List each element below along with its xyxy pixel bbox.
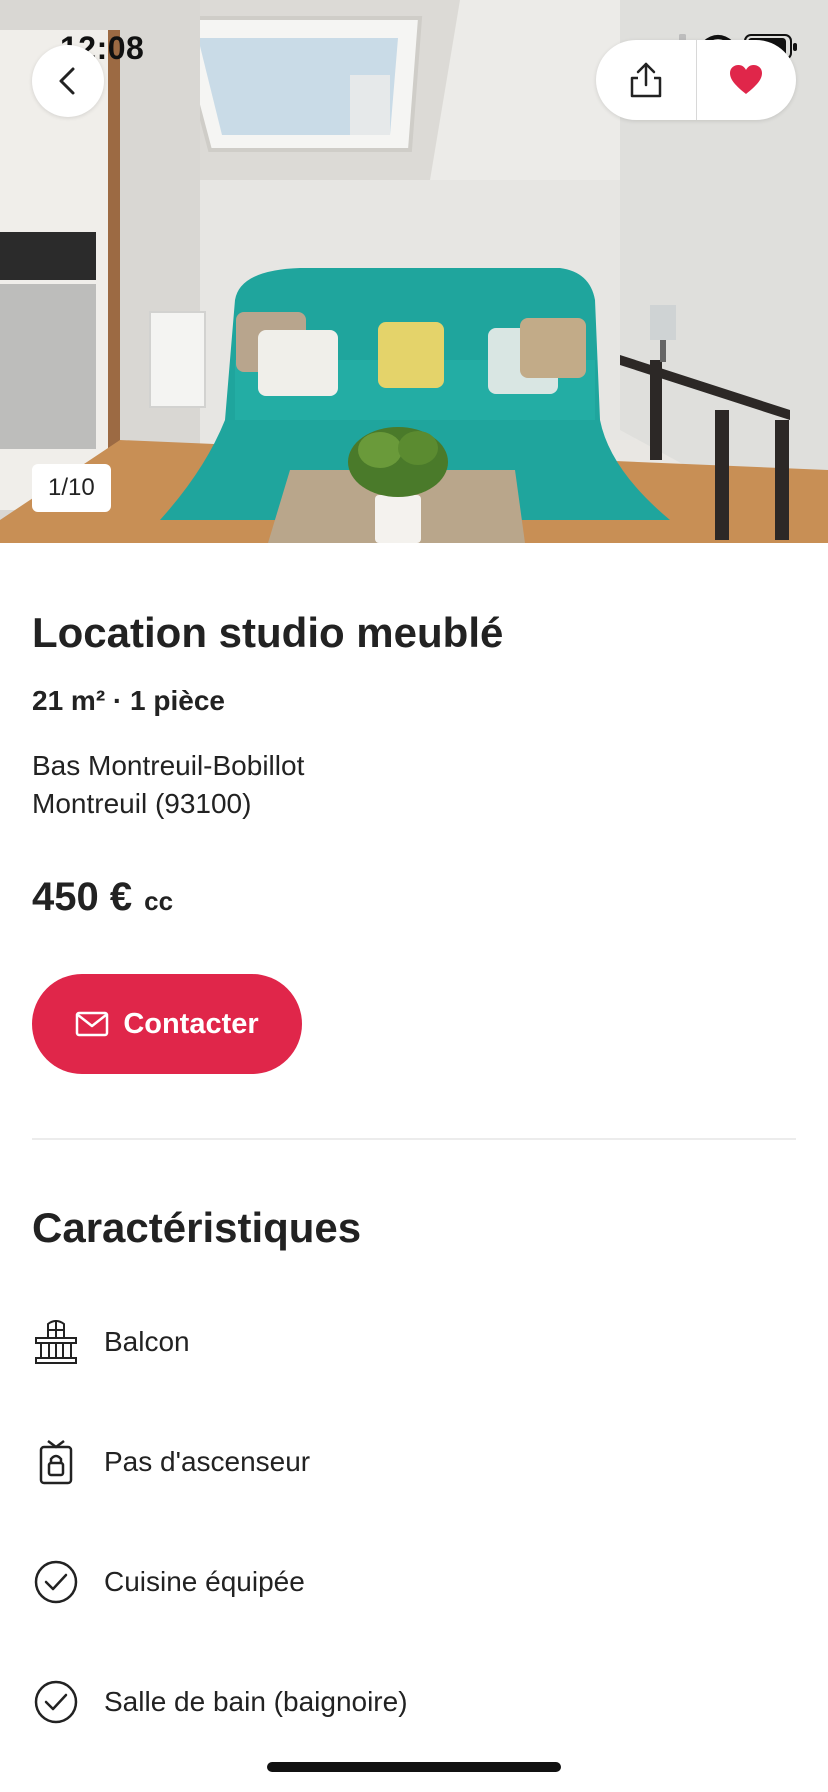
feature-item-ascenseur: Pas d'ascenseur	[32, 1402, 796, 1522]
section-divider	[32, 1138, 796, 1141]
photo-counter: 1/10	[32, 464, 111, 512]
address-line-1: Bas Montreuil-Bobillot	[32, 750, 305, 782]
elevator-icon	[32, 1438, 80, 1486]
feature-label: Salle de bain (baignoire)	[104, 1686, 408, 1718]
contact-button-label: Contacter	[123, 1007, 259, 1040]
feature-item-cuisine: Cuisine équipée	[32, 1522, 796, 1642]
listing-title: Location studio meublé	[32, 609, 504, 656]
check-circle-icon	[32, 1678, 80, 1726]
share-icon	[630, 62, 661, 98]
home-indicator[interactable]	[267, 1762, 561, 1772]
feature-label: Pas d'ascenseur	[104, 1446, 311, 1478]
heart-icon	[730, 65, 763, 94]
feature-item-balcon: Balcon	[32, 1282, 796, 1402]
photo-actions	[596, 40, 796, 120]
characteristics-list: Balcon Pas d'ascenseur Cuisine équipée S…	[32, 1282, 796, 1762]
listing-specs: 21 m² · 1 pièce	[32, 685, 225, 717]
address-line-2: Montreuil (93100)	[32, 788, 252, 820]
price-unit: cc	[144, 886, 174, 917]
back-button[interactable]	[32, 45, 104, 117]
feature-label: Balcon	[104, 1326, 190, 1358]
chevron-left-icon	[59, 67, 75, 95]
feature-label: Cuisine équipée	[104, 1566, 305, 1598]
balcony-icon	[32, 1318, 80, 1366]
contact-button[interactable]: Contacter	[32, 974, 302, 1075]
listing-details: Location studio meublé 21 m² · 1 pièce B…	[32, 543, 796, 1762]
favorite-button[interactable]	[697, 40, 797, 120]
feature-item-salle-de-bain: Salle de bain (baignoire)	[32, 1642, 796, 1762]
check-circle-icon	[32, 1558, 80, 1606]
listing-price: 450 €	[32, 875, 133, 920]
listing-screen: 12:08 1/10 Location studio meublé 21 m² …	[0, 0, 828, 1792]
characteristics-title: Caractéristiques	[32, 1204, 362, 1252]
price-row: 450 € cc	[32, 875, 796, 920]
listing-photo[interactable]: 12:08 1/10	[0, 0, 828, 543]
mail-icon	[76, 1012, 109, 1037]
listing-address: Bas Montreuil-Bobillot Montreuil (93100)	[32, 747, 796, 823]
share-button[interactable]	[596, 40, 696, 120]
